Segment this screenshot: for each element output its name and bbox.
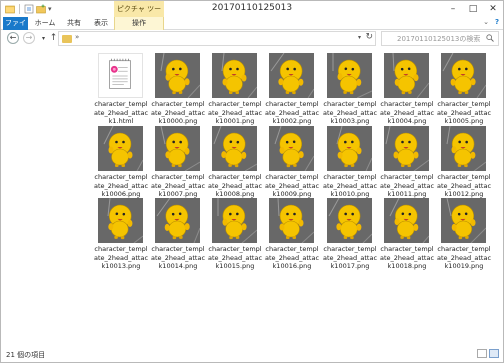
new-folder-icon[interactable] — [36, 4, 46, 14]
close-icon[interactable]: ✕ — [483, 1, 503, 17]
file-name-label: character_template_2head_attack10010.png — [322, 173, 378, 199]
picture-tools-label: ピクチャ ツール — [114, 1, 164, 29]
file-item-png[interactable]: character_template_2head_attack10016.png — [264, 198, 320, 284]
file-name-label: character_template_2head_attack1.html — [93, 100, 149, 126]
minimize-icon[interactable]: – — [443, 1, 463, 17]
search-icon[interactable] — [486, 34, 494, 42]
tab-file[interactable]: ファイル — [3, 17, 28, 40]
properties-icon[interactable] — [24, 4, 34, 14]
file-name-label: character_template_2head_attack10006.png — [93, 173, 149, 199]
file-name-label: character_template_2head_attack10011.png — [379, 173, 435, 199]
window-controls: – □ ✕ — [443, 1, 503, 17]
file-name-label: character_template_2head_attack10013.png — [93, 245, 149, 271]
file-name-label: character_template_2head_attack10005.png — [436, 100, 492, 126]
title-bar: ▾ ピクチャ ツール 20170110125013 – □ ✕ — [1, 1, 503, 29]
image-thumbnail — [327, 198, 372, 243]
view-toggle — [477, 349, 499, 358]
image-thumbnail — [327, 53, 372, 98]
toolbar-divider — [19, 4, 20, 14]
html-file-icon — [98, 53, 143, 98]
tab-share[interactable]: 共有 — [63, 17, 85, 30]
tab-home[interactable]: ホーム — [33, 17, 57, 30]
window-title: 20170110125013 — [211, 3, 293, 13]
image-thumbnail — [327, 126, 372, 171]
qat-dropdown-icon[interactable]: ▾ — [48, 5, 52, 13]
file-name-label: character_template_2head_attack10008.png — [207, 173, 263, 199]
image-thumbnail — [269, 198, 314, 243]
file-item-png[interactable]: character_template_2head_attack10014.png — [150, 198, 206, 284]
expand-ribbon-icon[interactable]: ⌄ — [483, 18, 489, 26]
ribbon-tabs: ファイル ホーム 共有 表示 操作 ⌄ ? — [1, 17, 503, 40]
image-thumbnail — [441, 198, 486, 243]
tab-view[interactable]: 表示 — [89, 17, 113, 30]
image-thumbnail — [212, 198, 257, 243]
file-name-label: character_template_2head_attack10007.png — [150, 173, 206, 199]
ribbon-controls: ⌄ ? — [483, 18, 499, 26]
file-name-label: character_template_2head_attack10017.png — [322, 245, 378, 271]
file-name-label: character_template_2head_attack10012.png — [436, 173, 492, 199]
left-empty-area — [1, 48, 91, 344]
address-row: ← → ▾ ↑ » ▾ ↻ 20170110125013の検索 — [1, 30, 503, 47]
file-item-png[interactable]: character_template_2head_attack10015.png — [207, 198, 263, 284]
file-item-png[interactable]: character_template_2head_attack10017.png — [322, 198, 378, 284]
search-placeholder: 20170110125013の検索 — [397, 35, 481, 43]
file-name-label: character_template_2head_attack10016.png — [264, 245, 320, 271]
image-thumbnail — [155, 126, 200, 171]
image-thumbnail — [384, 53, 429, 98]
image-thumbnail — [98, 198, 143, 243]
image-thumbnail — [441, 126, 486, 171]
quick-access-toolbar: ▾ — [5, 3, 52, 15]
file-list: character_template_2head_attack1.html cha… — [1, 48, 503, 344]
file-item-png[interactable]: character_template_2head_attack10013.png — [93, 198, 149, 284]
help-icon[interactable]: ? — [495, 18, 499, 26]
image-thumbnail — [269, 126, 314, 171]
file-name-label: character_template_2head_attack10019.png — [436, 245, 492, 271]
image-thumbnail — [212, 53, 257, 98]
image-thumbnail — [212, 126, 257, 171]
path-chevron[interactable]: » — [75, 33, 79, 41]
image-thumbnail — [384, 126, 429, 171]
file-name-label: character_template_2head_attack10003.png — [322, 100, 378, 126]
search-input[interactable]: 20170110125013の検索 — [381, 31, 499, 46]
app-icon[interactable] — [5, 4, 15, 14]
details-view-icon[interactable] — [477, 349, 487, 358]
image-thumbnail — [441, 53, 486, 98]
image-thumbnail — [269, 53, 314, 98]
large-icons-view-icon[interactable] — [489, 349, 499, 358]
file-name-label: character_template_2head_attack10014.png — [150, 245, 206, 271]
refresh-icon[interactable]: ↻ — [365, 32, 373, 42]
file-name-label: character_template_2head_attack10001.png — [207, 100, 263, 126]
tab-manage[interactable]: 操作 — [114, 17, 164, 30]
file-name-label: character_template_2head_attack10009.png — [264, 173, 320, 199]
item-count: 21 個の項目 — [6, 351, 46, 359]
explorer-window: ▾ ピクチャ ツール 20170110125013 – □ ✕ ファイル ホーム… — [0, 0, 504, 363]
image-thumbnail — [98, 126, 143, 171]
file-name-label: character_template_2head_attack10000.png — [150, 100, 206, 126]
image-thumbnail — [155, 53, 200, 98]
status-bar: 21 個の項目 — [1, 344, 503, 362]
image-thumbnail — [384, 198, 429, 243]
folder-icon — [62, 35, 72, 43]
file-item-png[interactable]: character_template_2head_attack10018.png — [379, 198, 435, 284]
forward-arrow-icon[interactable]: → — [23, 32, 35, 44]
maximize-icon[interactable]: □ — [463, 1, 483, 17]
file-name-label: character_template_2head_attack10002.png — [264, 100, 320, 126]
file-item-png[interactable]: character_template_2head_attack10019.png — [436, 198, 492, 284]
address-bar[interactable]: » ▾ ↻ — [58, 31, 376, 46]
file-name-label: character_template_2head_attack10004.png — [379, 100, 435, 126]
image-thumbnail — [155, 198, 200, 243]
file-name-label: character_template_2head_attack10015.png — [207, 245, 263, 271]
back-arrow-icon[interactable]: ← — [7, 32, 19, 44]
file-name-label: character_template_2head_attack10018.png — [379, 245, 435, 271]
address-dropdown-icon[interactable]: ▾ — [358, 34, 361, 41]
